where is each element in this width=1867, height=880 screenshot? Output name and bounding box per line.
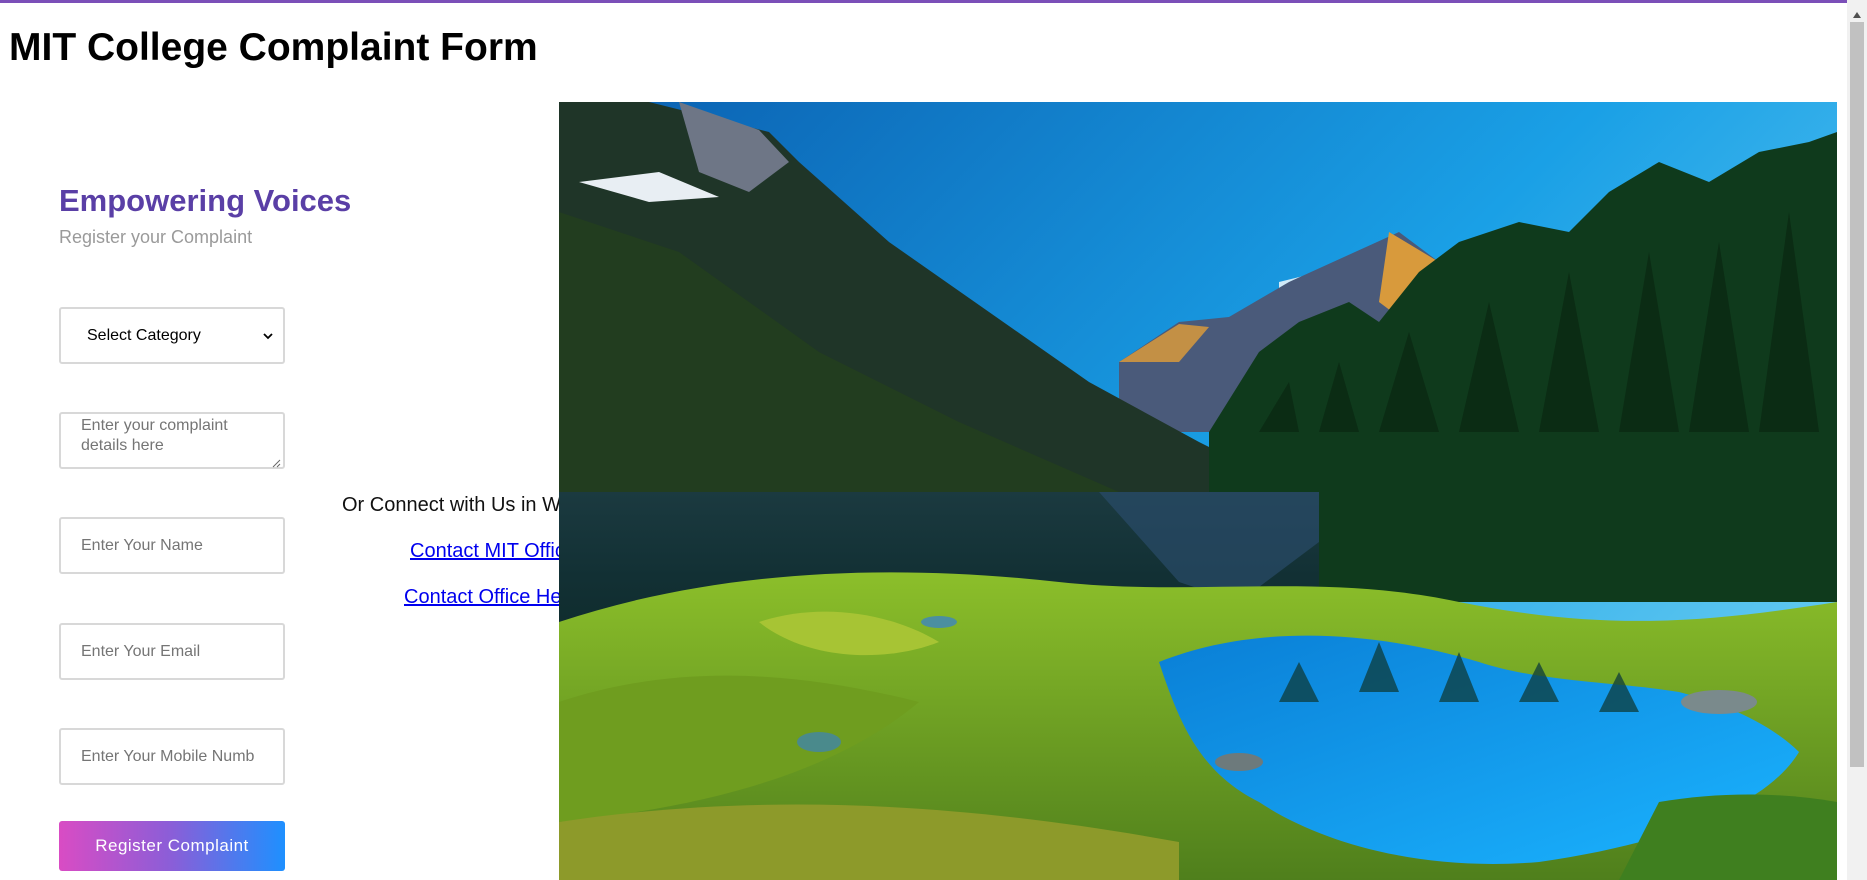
contact-mit-office-link[interactable]: Contact MIT Offic — [410, 540, 565, 563]
category-select-value: Select Category — [87, 326, 201, 344]
register-complaint-button[interactable]: Register Complaint — [59, 821, 285, 871]
mobile-input[interactable]: Enter Your Mobile Numb — [59, 728, 285, 785]
category-select[interactable]: Select Category — [59, 307, 285, 364]
email-input[interactable]: Enter Your Email — [59, 623, 285, 680]
connect-text: Or Connect with Us in W — [342, 494, 561, 516]
chevron-down-icon — [263, 331, 273, 341]
complaint-textarea[interactable]: Enter your complaint details here — [59, 412, 285, 469]
form-subheading: Register your Complaint — [59, 227, 253, 247]
scroll-up-icon[interactable] — [1852, 6, 1862, 18]
mobile-input-placeholder: Enter Your Mobile Numb — [81, 747, 255, 765]
page-title: MIT College Complaint Form — [9, 26, 538, 69]
complaint-textarea-placeholder: Enter your complaint details here — [81, 417, 228, 454]
resize-handle-icon[interactable] — [271, 455, 281, 468]
landscape-image — [559, 102, 1837, 880]
name-input-placeholder: Enter Your Name — [81, 536, 203, 554]
email-input-placeholder: Enter Your Email — [81, 642, 201, 660]
page: MIT College Complaint Form Empowering Vo… — [0, 0, 1867, 880]
form-header: Empowering Voices Register your Complain… — [59, 183, 359, 248]
name-input[interactable]: Enter Your Name — [59, 517, 285, 574]
vertical-scrollbar[interactable] — [1847, 0, 1867, 880]
form-heading: Empowering Voices — [59, 183, 352, 218]
contact-office-head-link[interactable]: Contact Office He — [404, 586, 561, 609]
scrollbar-thumb[interactable] — [1850, 22, 1864, 767]
top-border — [0, 0, 1867, 3]
